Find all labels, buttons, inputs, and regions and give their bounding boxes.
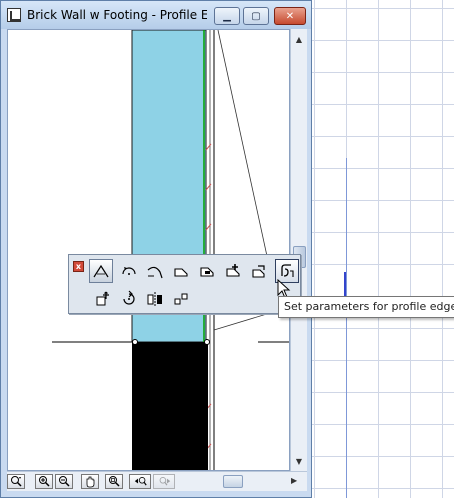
edge-parameters-icon xyxy=(281,264,294,277)
vertical-scrollbar[interactable]: ▲ ▼ xyxy=(290,29,307,471)
arc-center-button[interactable] xyxy=(117,259,141,283)
move-button[interactable] xyxy=(91,287,115,311)
background-grid xyxy=(300,0,454,498)
pan-icon xyxy=(86,476,94,488)
rotate-icon xyxy=(123,290,135,305)
previous-zoom-icon xyxy=(134,477,147,486)
profile-drawing xyxy=(52,30,289,470)
zoom-fit-icon xyxy=(108,476,120,487)
rotate-button[interactable] xyxy=(117,287,141,311)
horizontal-scroll-thumb[interactable] xyxy=(223,475,243,488)
zoom-options-icon xyxy=(10,476,22,487)
title-bar[interactable]: Brick Wall w Footing - Profile Ed... ▁ ▢… xyxy=(1,1,311,29)
polygon-add-icon xyxy=(226,264,240,277)
tooltip: Set parameters for profile edge xyxy=(278,296,454,318)
profile-canvas[interactable] xyxy=(7,29,290,471)
zoom-out-button[interactable] xyxy=(55,474,73,489)
close-button[interactable]: ✕ xyxy=(274,7,306,25)
zoom-options-button[interactable] xyxy=(7,474,25,489)
profile-editor-window: Brick Wall w Footing - Profile Ed... ▁ ▢… xyxy=(0,0,312,498)
multiply-icon xyxy=(174,293,188,305)
scroll-down-icon[interactable]: ▼ xyxy=(291,453,307,469)
straight-edge-button[interactable] xyxy=(89,259,113,283)
app-icon xyxy=(7,8,21,22)
zoom-fit-button[interactable] xyxy=(105,474,123,489)
polygon-subtract-button[interactable] xyxy=(195,259,219,283)
polygon-icon xyxy=(174,268,188,277)
scroll-right-icon[interactable]: ▶ xyxy=(291,476,297,485)
next-zoom-icon xyxy=(159,477,170,486)
footing-shape xyxy=(132,342,208,470)
zoom-in-button[interactable] xyxy=(35,474,53,489)
minimize-button[interactable]: ▁ xyxy=(214,7,240,25)
diagonal-line xyxy=(217,30,271,271)
hotspot xyxy=(204,339,210,345)
polygon-button[interactable] xyxy=(169,259,193,283)
mirror-button[interactable] xyxy=(143,287,167,311)
polygon-offset-button[interactable] xyxy=(247,259,271,283)
arc-tangent-icon xyxy=(147,266,163,279)
polygon-add-button[interactable] xyxy=(221,259,245,283)
edit-toolbox-palette: x xyxy=(68,254,301,314)
pan-button[interactable] xyxy=(81,474,99,489)
background-guide-line xyxy=(346,158,347,498)
scroll-up-icon[interactable]: ▲ xyxy=(291,31,307,47)
window-title: Brick Wall w Footing - Profile Ed... xyxy=(27,8,207,22)
navigation-bar: ▶ xyxy=(7,471,307,491)
close-icon: ✕ xyxy=(285,10,295,22)
polygon-subtract-icon xyxy=(200,267,214,277)
maximize-icon: ▢ xyxy=(251,10,261,22)
mirror-icon xyxy=(147,292,162,306)
next-zoom-button[interactable] xyxy=(153,474,175,489)
polygon-offset-icon xyxy=(252,265,265,278)
zoom-out-icon xyxy=(58,476,70,487)
straight-edge-icon xyxy=(93,264,109,278)
multiply-button[interactable] xyxy=(169,287,193,311)
background-guide-marker xyxy=(344,272,346,296)
arc-center-icon xyxy=(122,267,136,275)
hotspot xyxy=(132,339,138,345)
palette-close-button[interactable]: x xyxy=(73,261,84,272)
previous-zoom-button[interactable] xyxy=(129,474,151,489)
zoom-in-icon xyxy=(38,476,50,487)
maximize-button[interactable]: ▢ xyxy=(243,7,269,25)
move-icon xyxy=(96,291,109,306)
minimize-icon: ▁ xyxy=(223,10,231,22)
arc-tangent-button[interactable] xyxy=(143,259,167,283)
